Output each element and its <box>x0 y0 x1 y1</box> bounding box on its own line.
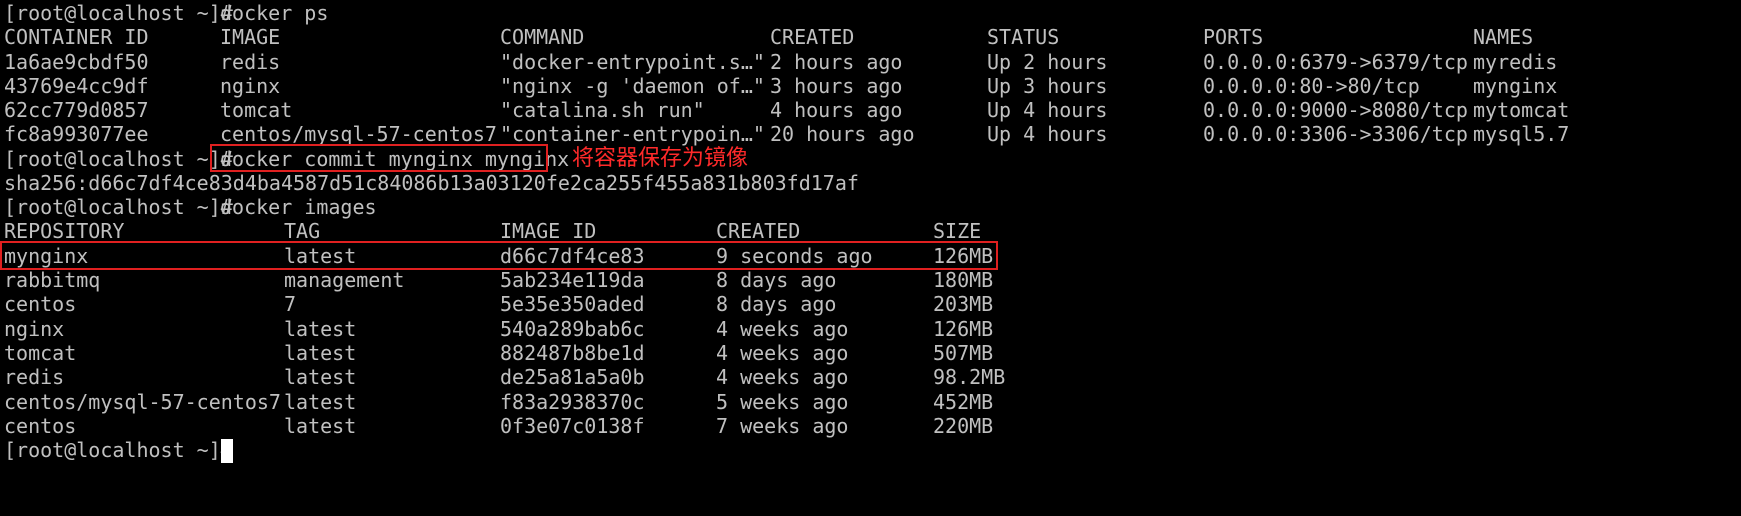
image-created: 7 weeks ago <box>716 414 849 438</box>
container-name: mynginx <box>1473 74 1558 98</box>
command-text: docker images <box>220 195 377 219</box>
container-name: mysql5.7 <box>1473 122 1570 146</box>
image-tag: latest <box>284 390 357 414</box>
image-id: 0f3e07c0138f <box>500 414 645 438</box>
container-status: Up 3 hours <box>987 74 1108 98</box>
container-status: Up 2 hours <box>987 50 1108 74</box>
container-id: 1a6ae9cbdf50 <box>4 50 149 74</box>
commit-hash-line: sha256:d66c7df4ce83d4ba4587d51c84086b13a… <box>4 170 859 197</box>
image-repository: centos/mysql-57-centos7 <box>4 390 281 414</box>
table-row: tomcat latest 882487b8be1d 4 weeks ago 5… <box>4 340 993 367</box>
image-tag: latest <box>284 414 357 438</box>
image-repository: centos <box>4 414 77 438</box>
image-size: 220MB <box>933 414 994 438</box>
container-command: "nginx -g 'daemon of…" <box>500 74 765 98</box>
ps-table-header: CONTAINER ID IMAGE COMMAND CREATED STATU… <box>4 24 1533 51</box>
container-name: mytomcat <box>1473 98 1570 122</box>
container-id: fc8a993077ee <box>4 122 149 146</box>
shell-prompt: [root@localhost ~]# <box>4 195 233 219</box>
image-tag: management <box>284 268 405 292</box>
shell-prompt: [root@localhost ~]# <box>4 1 233 25</box>
table-row: 1a6ae9cbdf50 redis "docker-entrypoint.s…… <box>4 49 1557 76</box>
image-size: 126MB <box>933 317 994 341</box>
column-header: COMMAND <box>500 25 585 49</box>
table-row: rabbitmq management 5ab234e119da 8 days … <box>4 267 993 294</box>
text-cursor[interactable] <box>221 439 233 463</box>
container-status: Up 4 hours <box>987 122 1108 146</box>
column-header: CONTAINER ID <box>4 25 149 49</box>
container-image: nginx <box>220 74 281 98</box>
image-repository: redis <box>4 365 65 389</box>
container-created: 3 hours ago <box>770 74 903 98</box>
image-size: 452MB <box>933 390 994 414</box>
table-row: 62cc779d0857 tomcat "catalina.sh run" 4 … <box>4 97 1569 124</box>
container-ports: 0.0.0.0:6379->6379/tcp <box>1203 50 1468 74</box>
image-id: 5ab234e119da <box>500 268 645 292</box>
terminal-line: [root@localhost ~]# docker ps <box>4 0 328 27</box>
image-created: 8 days ago <box>716 292 837 316</box>
container-id: 43769e4cc9df <box>4 74 149 98</box>
image-created: 5 weeks ago <box>716 390 849 414</box>
image-tag: latest <box>284 365 357 389</box>
commit-command-highlight <box>210 144 548 172</box>
image-id: 5e35e350aded <box>500 292 645 316</box>
container-ports: 0.0.0.0:3306->3306/tcp <box>1203 122 1468 146</box>
column-header: CREATED <box>770 25 855 49</box>
table-row: nginx latest 540a289bab6c 4 weeks ago 12… <box>4 316 993 343</box>
image-created: 8 days ago <box>716 268 837 292</box>
container-ports: 0.0.0.0:80->80/tcp <box>1203 74 1420 98</box>
shell-prompt: [root@localhost ~]# <box>4 147 233 171</box>
table-row: redis latest de25a81a5a0b 4 weeks ago 98… <box>4 364 1005 391</box>
table-row: 43769e4cc9df nginx "nginx -g 'daemon of…… <box>4 73 1557 100</box>
container-status: Up 4 hours <box>987 98 1108 122</box>
container-name: myredis <box>1473 50 1558 74</box>
container-ports: 0.0.0.0:9000->8080/tcp <box>1203 98 1468 122</box>
image-size: 180MB <box>933 268 994 292</box>
container-created: 20 hours ago <box>770 122 915 146</box>
image-created: 4 weeks ago <box>716 317 849 341</box>
container-image: redis <box>220 50 281 74</box>
command-text: docker ps <box>220 1 329 25</box>
container-id: 62cc779d0857 <box>4 98 149 122</box>
image-repository: nginx <box>4 317 65 341</box>
image-id: f83a2938370c <box>500 390 645 414</box>
image-size: 507MB <box>933 341 994 365</box>
terminal-window[interactable]: [root@localhost ~]# docker ps CONTAINER … <box>0 0 1741 516</box>
mynginx-row-highlight <box>0 241 998 270</box>
table-row: centos 7 5e35e350aded 8 days ago 203MB <box>4 291 993 318</box>
image-id: 540a289bab6c <box>500 317 645 341</box>
image-repository: rabbitmq <box>4 268 101 292</box>
image-created: 4 weeks ago <box>716 365 849 389</box>
image-tag: latest <box>284 341 357 365</box>
commit-annotation: 将容器保存为镜像 <box>572 146 749 171</box>
container-command: "catalina.sh run" <box>500 98 705 122</box>
column-header: PORTS <box>1203 25 1264 49</box>
terminal-line: [root@localhost ~]# <box>4 437 233 464</box>
column-header: NAMES <box>1473 25 1534 49</box>
image-tag: 7 <box>284 292 297 316</box>
table-row: centos latest 0f3e07c0138f 7 weeks ago 2… <box>4 413 993 440</box>
image-size: 98.2MB <box>933 365 1006 389</box>
commit-hash: sha256:d66c7df4ce83d4ba4587d51c84086b13a… <box>4 171 859 195</box>
image-repository: centos <box>4 292 77 316</box>
image-id: de25a81a5a0b <box>500 365 645 389</box>
image-repository: tomcat <box>4 341 77 365</box>
container-created: 2 hours ago <box>770 50 903 74</box>
image-tag: latest <box>284 317 357 341</box>
column-header: STATUS <box>987 25 1060 49</box>
container-created: 4 hours ago <box>770 98 903 122</box>
terminal-line: [root@localhost ~]# docker commit myngin… <box>4 146 569 173</box>
container-image: tomcat <box>220 98 293 122</box>
terminal-line: [root@localhost ~]# docker images <box>4 194 377 221</box>
image-created: 4 weeks ago <box>716 341 849 365</box>
image-size: 203MB <box>933 292 994 316</box>
column-header: IMAGE <box>220 25 281 49</box>
image-id: 882487b8be1d <box>500 341 645 365</box>
table-row: fc8a993077ee centos/mysql-57-centos7 "co… <box>4 121 1569 148</box>
shell-prompt: [root@localhost ~]# <box>4 438 233 462</box>
table-row: centos/mysql-57-centos7 latest f83a29383… <box>4 389 993 416</box>
container-command: "docker-entrypoint.s…" <box>500 50 765 74</box>
